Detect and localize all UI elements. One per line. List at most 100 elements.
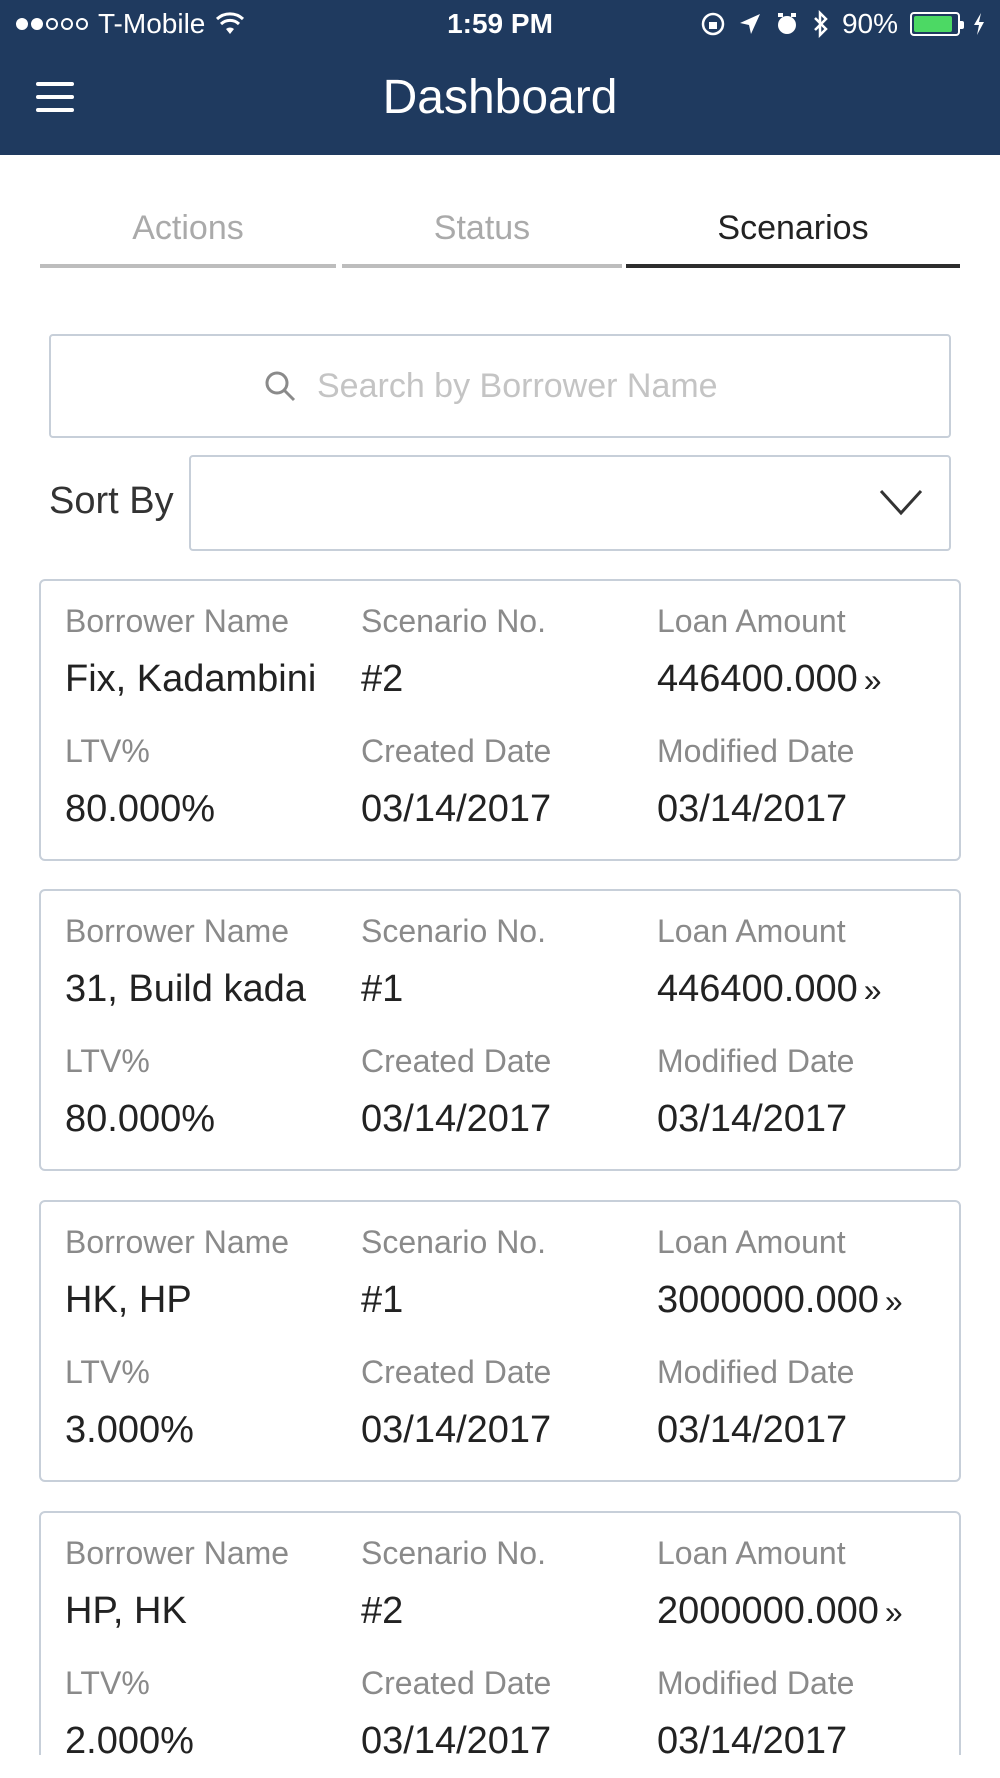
created-date-value: 03/14/2017: [361, 788, 551, 831]
borrower-name-label: Borrower Name: [65, 603, 290, 639]
created-date-label: Created Date: [361, 1043, 552, 1079]
borrower-name-field: Borrower Name HP, HK: [65, 1535, 289, 1633]
alarm-icon: [777, 13, 796, 34]
loan-amount-text: 3000000.000: [657, 1279, 879, 1321]
ltv-percent-field: LTV% 2.000%: [65, 1665, 194, 1763]
loan-amount-value: 446400.000»: [657, 658, 882, 701]
battery-percent: 90%: [841, 8, 898, 39]
borrower-name-field: Borrower Name HK, HP: [65, 1224, 289, 1322]
borrower-name-label: Borrower Name: [65, 913, 290, 949]
chevron-right-icon[interactable]: »: [864, 662, 882, 698]
scenario-number-value: #1: [361, 968, 546, 1011]
ltv-percent-label: LTV%: [65, 1354, 150, 1390]
loan-amount-text: 2000000.000: [657, 1590, 879, 1632]
created-date-text: 03/14/2017: [361, 1409, 552, 1451]
created-date-field: Created Date 03/14/2017: [361, 733, 551, 831]
chevron-right-icon[interactable]: »: [885, 1594, 903, 1630]
scenario-number-value: #1: [361, 1279, 546, 1322]
loan-amount-text: 446400.000: [657, 658, 858, 700]
tab-actions-label: Actions: [132, 209, 244, 247]
modified-date-field: Modified Date 03/14/2017: [657, 1665, 854, 1763]
loan-amount-field: Loan Amount 446400.000»: [657, 913, 882, 1011]
tab-actions[interactable]: Actions: [40, 200, 336, 268]
borrower-name-value: HP, HK: [65, 1590, 289, 1633]
modified-date-label: Modified Date: [657, 1665, 855, 1701]
scenario-number-text: #1: [361, 1279, 404, 1321]
screen-edge: [0, 1755, 1000, 1778]
loan-amount-field: Loan Amount 446400.000»: [657, 603, 882, 701]
app-header: T-Mobile 1:59 PM 90% Dashboard: [0, 0, 1000, 155]
search-box[interactable]: [49, 334, 951, 438]
scenario-card[interactable]: Borrower Name 31, Build kada Scenario No. #…: [39, 889, 961, 1171]
loan-amount-value: 2000000.000»: [657, 1590, 903, 1633]
created-date-field: Created Date 03/14/2017: [361, 1354, 551, 1452]
ltv-percent-value: 80.000%: [65, 1098, 215, 1141]
orientation-lock-icon: [701, 12, 725, 36]
loan-amount-text: 446400.000: [657, 968, 858, 1010]
ltv-percent-field: LTV% 80.000%: [65, 733, 215, 831]
borrower-name-label: Borrower Name: [65, 1535, 290, 1571]
created-date-text: 03/14/2017: [361, 1098, 552, 1140]
created-date-label: Created Date: [361, 733, 552, 769]
scenario-number-text: #1: [361, 968, 404, 1010]
modified-date-label: Modified Date: [657, 1354, 855, 1390]
scenario-number-text: #2: [361, 1590, 404, 1632]
ltv-percent-text: 3.000%: [65, 1409, 194, 1451]
ltv-percent-field: LTV% 3.000%: [65, 1354, 194, 1452]
charging-icon: [974, 13, 984, 35]
loan-amount-label: Loan Amount: [657, 1535, 846, 1571]
modified-date-value: 03/14/2017: [657, 1098, 854, 1141]
ltv-percent-field: LTV% 80.000%: [65, 1043, 215, 1141]
scenario-number-value: #2: [361, 658, 546, 701]
scenario-card[interactable]: Borrower Name HK, HP Scenario No. #1 Loan Am…: [39, 1200, 961, 1482]
ltv-percent-value: 80.000%: [65, 788, 215, 831]
loan-amount-value: 3000000.000»: [657, 1279, 903, 1322]
location-icon: [739, 14, 760, 34]
loan-amount-field: Loan Amount 2000000.000»: [657, 1535, 903, 1633]
tab-bar: Actions Status Scenarios: [40, 200, 960, 268]
scenario-card[interactable]: Borrower Name HP, HK Scenario No. #2 Loan Am…: [39, 1511, 961, 1778]
modified-date-field: Modified Date 03/14/2017: [657, 733, 854, 831]
sort-dropdown[interactable]: [189, 455, 951, 551]
borrower-name-value: Fix, Kadambini: [65, 658, 316, 701]
modified-date-text: 03/14/2017: [657, 1409, 848, 1451]
ltv-percent-label: LTV%: [65, 1043, 150, 1079]
tab-status[interactable]: Status: [342, 200, 622, 268]
scenario-number-label: Scenario No.: [361, 1535, 546, 1571]
tab-status-label: Status: [433, 209, 531, 247]
battery-icon: [910, 12, 964, 36]
modified-date-field: Modified Date 03/14/2017: [657, 1354, 854, 1452]
scenario-number-label: Scenario No.: [361, 913, 546, 949]
chevron-right-icon[interactable]: »: [864, 972, 882, 1008]
borrower-name-text: HK, HP: [65, 1279, 192, 1321]
borrower-name-value: 31, Build kada: [65, 968, 306, 1011]
scenario-number-label: Scenario No.: [361, 603, 546, 639]
created-date-text: 03/14/2017: [361, 788, 552, 830]
bluetooth-icon: [814, 10, 828, 38]
scenario-number-field: Scenario No. #1: [361, 913, 546, 1011]
created-date-value: 03/14/2017: [361, 1409, 551, 1452]
borrower-name-text: Fix, Kadambini: [65, 658, 317, 700]
borrower-name-text: 31, Build kada: [65, 968, 306, 1010]
loan-amount-label: Loan Amount: [657, 603, 846, 639]
search-input[interactable]: [317, 366, 737, 406]
created-date-label: Created Date: [361, 1354, 552, 1390]
chevron-right-icon[interactable]: »: [885, 1283, 903, 1319]
modified-date-value: 03/14/2017: [657, 1409, 854, 1452]
modified-date-text: 03/14/2017: [657, 1098, 848, 1140]
created-date-field: Created Date 03/14/2017: [361, 1043, 551, 1141]
ltv-percent-text: 80.000%: [65, 788, 216, 830]
scenario-number-text: #2: [361, 658, 404, 700]
page-title: Dashboard: [382, 71, 618, 124]
modified-date-label: Modified Date: [657, 1043, 855, 1079]
ltv-percent-label: LTV%: [65, 733, 150, 769]
modified-date-value: 03/14/2017: [657, 788, 854, 831]
search-icon: [263, 369, 297, 403]
created-date-value: 03/14/2017: [361, 1098, 551, 1141]
scenario-number-field: Scenario No. #2: [361, 1535, 546, 1633]
scenario-card[interactable]: Borrower Name Fix, Kadambini Scenario No. #…: [39, 579, 961, 861]
tab-scenarios[interactable]: Scenarios: [626, 200, 960, 268]
sort-label: Sort By: [49, 480, 174, 522]
borrower-name-value: HK, HP: [65, 1279, 289, 1322]
borrower-name-label: Borrower Name: [65, 1224, 290, 1260]
